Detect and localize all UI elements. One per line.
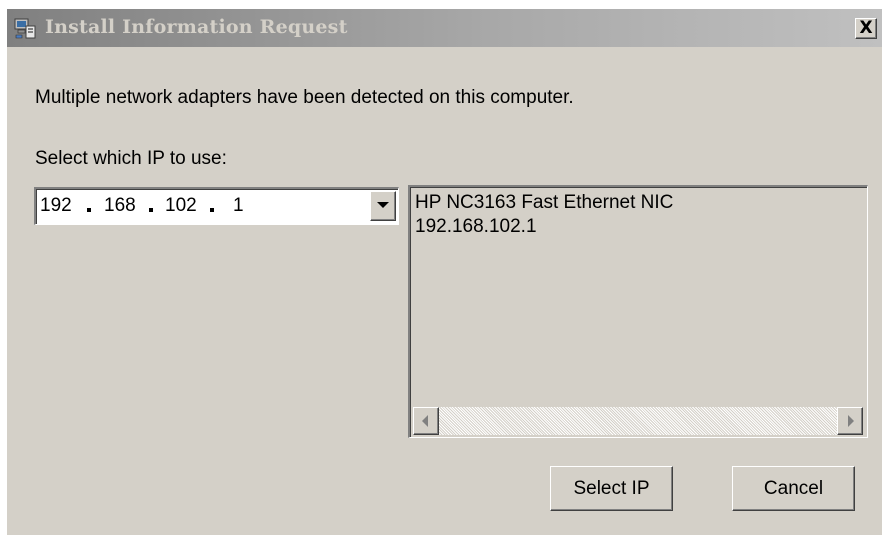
scroll-left-button[interactable]: [413, 407, 439, 435]
dialog-window: Install Information Request X Multiple n…: [6, 8, 882, 535]
window-title: Install Information Request: [45, 16, 348, 38]
cancel-button[interactable]: Cancel: [732, 466, 855, 511]
adapter-details-box[interactable]: HP NC3163 Fast Ethernet NIC 192.168.102.…: [408, 185, 868, 438]
adapter-name: HP NC3163 Fast Ethernet NIC: [415, 192, 674, 213]
scroll-right-button[interactable]: [837, 407, 863, 435]
ip-address-select[interactable]: 192 168 102 1: [34, 187, 399, 225]
ip-octet-2: 168: [104, 195, 136, 216]
arrow-right-icon: [848, 415, 854, 427]
select-ip-label: Select which IP to use:: [35, 148, 227, 169]
adapter-ip: 192.168.102.1: [415, 216, 537, 237]
ip-octet-4: 1: [233, 195, 244, 216]
chevron-down-icon: [377, 202, 389, 208]
arrow-left-icon: [422, 415, 428, 427]
message-text: Multiple network adapters have been dete…: [35, 87, 574, 108]
ip-dot: [87, 208, 91, 212]
ip-dot: [210, 208, 214, 212]
ip-octet-1: 192: [40, 195, 72, 216]
select-ip-button[interactable]: Select IP: [550, 466, 673, 511]
close-icon: X: [859, 18, 873, 38]
title-bar[interactable]: Install Information Request X: [7, 9, 882, 47]
close-button[interactable]: X: [855, 18, 877, 39]
installer-computer-icon: [14, 18, 36, 39]
ip-dot: [149, 208, 153, 212]
horizontal-scrollbar[interactable]: [413, 407, 863, 435]
dropdown-button[interactable]: [370, 191, 396, 221]
ip-octet-3: 102: [165, 195, 197, 216]
